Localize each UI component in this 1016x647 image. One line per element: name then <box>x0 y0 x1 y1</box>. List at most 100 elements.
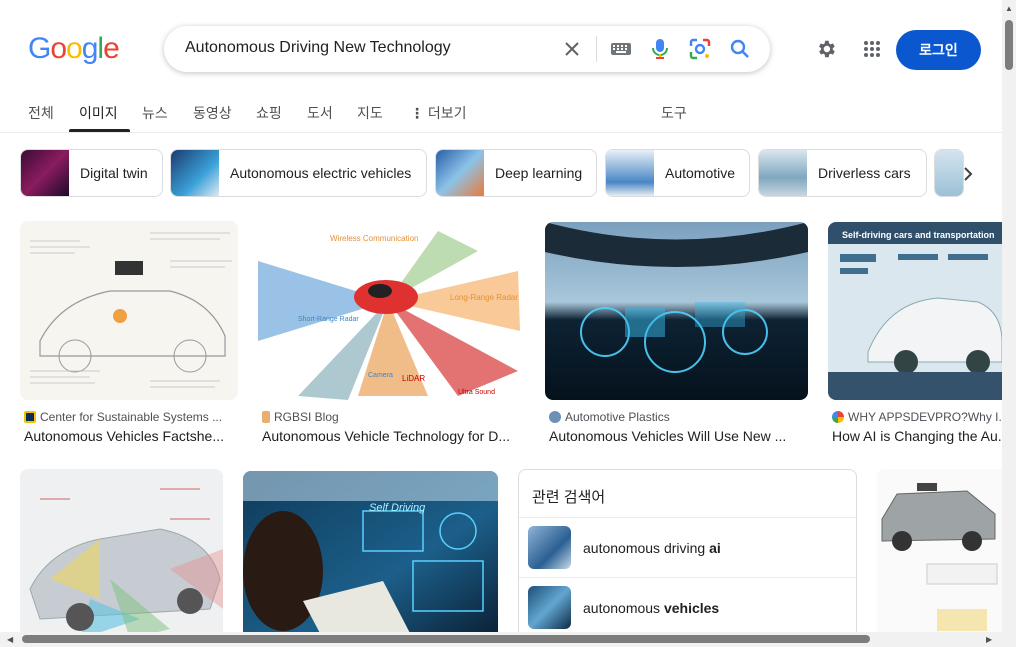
chip-next-button[interactable] <box>952 158 984 190</box>
tab-images[interactable]: 이미지 <box>79 103 118 123</box>
self-driving-label: Self Driving <box>369 502 426 514</box>
apps-grid-icon[interactable] <box>858 35 886 63</box>
tab-shopping[interactable]: 쇼핑 <box>256 103 282 123</box>
tab-videos[interactable]: 동영상 <box>193 103 232 123</box>
tab-tools[interactable]: 도구 <box>661 103 687 123</box>
radar-diagram-image: Wireless Communication Long-Range Radar … <box>258 221 525 400</box>
google-logo[interactable]: Google <box>28 32 120 66</box>
long-range-label: Long-Range Radar <box>450 293 518 302</box>
result-source-3[interactable]: Automotive Plastics <box>549 410 807 424</box>
result-image-6[interactable]: Self Driving <box>243 471 498 639</box>
related-prefix: autonomous driving <box>583 540 710 556</box>
search-divider <box>596 36 597 62</box>
close-icon[interactable] <box>560 37 584 61</box>
chip-label: Automotive <box>665 165 736 181</box>
related-bold: vehicles <box>663 600 720 616</box>
chip-thumbnail <box>759 150 807 196</box>
login-button[interactable]: 로그인 <box>896 30 981 70</box>
chip-label: Driverless cars <box>818 165 911 181</box>
logo-letter-g2: g <box>81 32 99 65</box>
favicon <box>262 411 270 423</box>
chip-label: Autonomous electric vehicles <box>230 165 412 181</box>
result-image-1[interactable] <box>20 221 238 400</box>
related-label: autonomous vehicles <box>583 600 719 616</box>
scroll-right-icon[interactable]: ▶ <box>986 635 992 644</box>
chip-driverless-cars[interactable]: Driverless cars <box>758 149 927 197</box>
lidar-label: LiDAR <box>402 374 425 383</box>
favicon <box>549 411 561 423</box>
result-image-3[interactable] <box>545 222 808 400</box>
related-bold: ai <box>709 540 721 556</box>
related-prefix: autonomous <box>583 600 664 616</box>
favicon <box>24 411 36 423</box>
result-source-4[interactable]: WHY APPSDEVPRO?Why I... <box>832 410 1002 424</box>
chip-thumbnail <box>436 150 484 196</box>
horizontal-scrollbar-thumb[interactable] <box>22 635 870 643</box>
chip-label: Deep learning <box>495 165 583 181</box>
logo-letter-g: G <box>28 32 51 65</box>
chip-automotive[interactable]: Automotive <box>605 149 750 197</box>
result-image-4[interactable]: Self-driving cars and transportation <box>828 222 1002 400</box>
tab-books[interactable]: 도서 <box>307 103 333 123</box>
tab-more-label: 더보기 <box>427 105 467 121</box>
related-item-1[interactable]: autonomous driving ai <box>519 517 856 577</box>
related-searches: 관련 검색어 autonomous driving ai autonomous … <box>518 469 857 647</box>
result-title-1[interactable]: Autonomous Vehicles Factshe... <box>24 428 236 444</box>
chip-autonomous-electric-vehicles[interactable]: Autonomous electric vehicles <box>170 149 427 197</box>
logo-letter-o2: o <box>66 32 83 65</box>
chip-thumbnail <box>606 150 654 196</box>
infographic-image: Self-driving cars and transportation <box>828 222 1002 400</box>
infographic-title: Self-driving cars and transportation <box>842 230 995 240</box>
cockpit-hud-image <box>545 222 808 400</box>
active-tab-indicator <box>69 129 130 132</box>
result-image-7[interactable] <box>877 469 1002 639</box>
result-image-2[interactable]: Wireless Communication Long-Range Radar … <box>258 221 525 400</box>
keyboard-icon[interactable] <box>609 37 633 61</box>
result-title-3[interactable]: Autonomous Vehicles Will Use New ... <box>549 428 807 444</box>
source-label: RGBSI Blog <box>274 410 339 424</box>
result-title-2[interactable]: Autonomous Vehicle Technology for D... <box>262 428 524 444</box>
wireless-label: Wireless Communication <box>330 234 418 243</box>
source-label: Automotive Plastics <box>565 410 670 424</box>
result-source-2[interactable]: RGBSI Blog <box>262 410 524 424</box>
tab-news[interactable]: 뉴스 <box>142 103 168 123</box>
vertical-scrollbar[interactable] <box>1002 0 1016 647</box>
camera-label: Camera <box>368 372 393 379</box>
sensor-car-image <box>20 469 223 639</box>
search-tabs: 전체 이미지 뉴스 동영상 쇼핑 도서 지도 ⋮ 더보기 도구 <box>0 95 1002 133</box>
related-label: autonomous driving ai <box>583 540 721 556</box>
test-vehicle-image <box>877 469 1002 639</box>
more-vert-icon: ⋮ <box>410 105 424 121</box>
related-item-2[interactable]: autonomous vehicles <box>519 577 856 637</box>
chip-thumbnail <box>171 150 219 196</box>
chip-thumbnail <box>21 150 69 196</box>
chip-label: Digital twin <box>80 165 148 181</box>
car-diagram-image <box>20 221 238 400</box>
gear-icon[interactable] <box>812 35 840 63</box>
logo-letter-o1: o <box>50 32 67 65</box>
chip-deep-learning[interactable]: Deep learning <box>435 149 597 197</box>
result-source-1[interactable]: Center for Sustainable Systems ... <box>24 410 236 424</box>
tab-maps[interactable]: 지도 <box>357 103 383 123</box>
woman-driving-image: Self Driving <box>243 471 498 639</box>
search-box[interactable]: Autonomous Driving New Technology <box>164 26 770 72</box>
chevron-right-icon <box>964 167 973 181</box>
scroll-up-icon[interactable]: ▲ <box>1005 4 1013 13</box>
vertical-scrollbar-thumb[interactable] <box>1005 20 1013 70</box>
favicon <box>832 411 844 423</box>
related-thumbnail <box>528 526 571 569</box>
result-image-5[interactable] <box>20 469 223 639</box>
scroll-left-icon[interactable]: ◀ <box>7 635 13 644</box>
related-title: 관련 검색어 <box>532 489 606 506</box>
search-input[interactable]: Autonomous Driving New Technology <box>185 39 451 57</box>
source-label: WHY APPSDEVPRO?Why I... <box>848 410 1002 424</box>
search-icon[interactable] <box>728 37 752 61</box>
tab-more[interactable]: ⋮ 더보기 <box>410 103 467 123</box>
chip-digital-twin[interactable]: Digital twin <box>20 149 163 197</box>
short-range-label: Short-Range Radar <box>298 316 359 323</box>
tab-all[interactable]: 전체 <box>28 103 54 123</box>
source-label: Center for Sustainable Systems ... <box>40 410 223 424</box>
camera-lens-icon[interactable] <box>688 37 712 61</box>
result-title-4[interactable]: How AI is Changing the Au... <box>832 428 1002 444</box>
mic-icon[interactable] <box>648 37 672 61</box>
